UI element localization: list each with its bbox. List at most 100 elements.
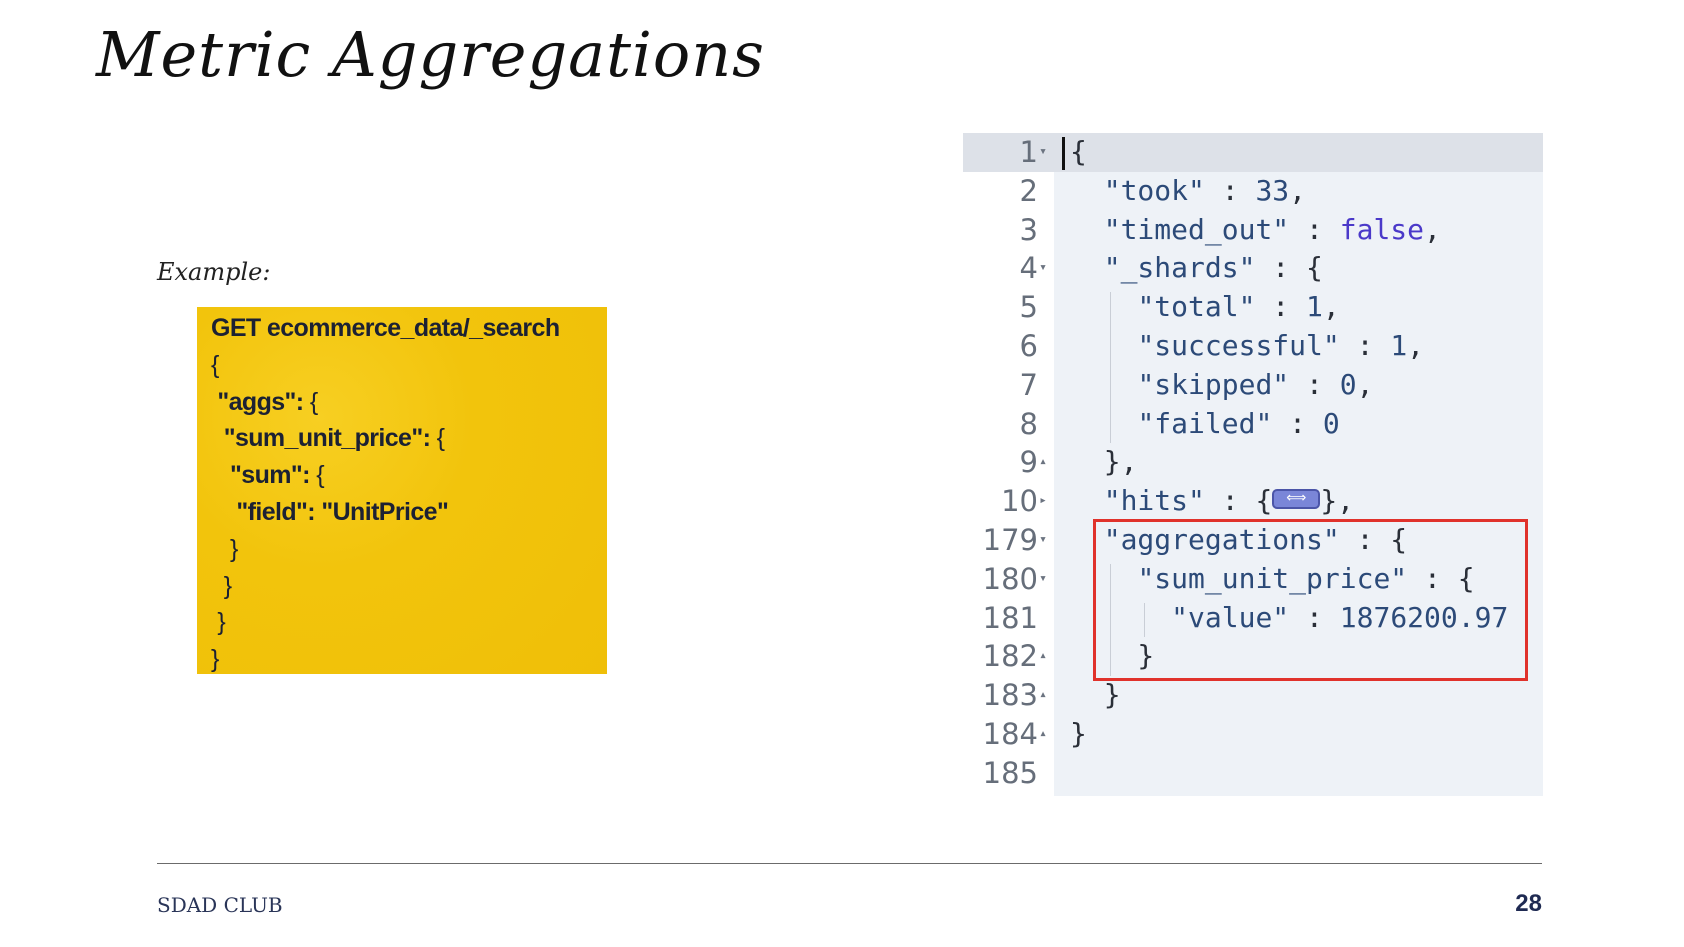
fold-end-icon[interactable]: ▴ [1036,676,1050,715]
collapsed-object-expander-icon[interactable]: ⟺ [1272,489,1321,510]
code-text: "timed_out" : false, [1070,211,1441,250]
query-code-box: GET ecommerce_data/_search { "aggs": { "s… [197,307,607,674]
code-line: 3 "timed_out" : false, [963,211,1543,250]
line-number: 183 [982,678,1038,713]
page-number: 28 [1515,890,1542,917]
line-number: 1 [1019,135,1038,169]
line-number: 5 [1019,290,1038,325]
json-number: 33 [1255,173,1290,207]
json-punctuation: : [1339,329,1391,362]
example-label: Example: [157,258,271,286]
line-number: 9 [1019,445,1038,480]
code-text: "skipped" : 0, [1070,366,1373,405]
code-text: "successful" : 1, [1070,327,1424,366]
query-line-key: "sum_unit_price": [211,424,431,453]
json-punctuation: , [1289,173,1307,207]
query-line-punct: { [430,424,445,453]
json-punctuation: , [1356,367,1374,401]
query-line: "sum_unit_price": { [211,420,607,457]
query-line: } [211,604,607,641]
fold-end-icon[interactable]: ▴ [1036,715,1050,754]
text-cursor [1062,137,1065,170]
code-line: 8 "failed" : 0 [963,405,1543,444]
query-line: } [211,531,607,568]
code-line: 2 "took" : 33, [963,172,1543,211]
json-punctuation [1070,290,1137,323]
query-line-punct: { [309,461,324,490]
line-number: 3 [1019,212,1038,247]
code-line: 183 ▴ } [963,676,1543,715]
fold-expanded-icon[interactable]: ▾ [1036,560,1050,599]
query-line: "aggs": { [211,384,607,421]
query-line-punct: } [211,571,232,600]
query-line-punct: { [303,387,318,416]
json-punctuation: } [1070,717,1087,750]
code-line: 5 "total" : 1, [963,288,1543,327]
json-key: "_shards" [1103,251,1256,285]
code-line: 185 [963,754,1543,793]
fold-end-icon[interactable]: ▴ [1036,637,1050,676]
query-line: "sum": { [211,457,607,494]
json-punctuation: : [1204,173,1256,207]
query-line-key: "field": "UnitPrice" [211,497,449,526]
json-key: "total" [1137,290,1256,324]
code-text: "_shards" : { [1070,249,1323,288]
line-number: 179 [982,523,1038,557]
query-line: } [211,641,607,678]
json-key: "failed" [1137,406,1273,440]
json-key: "took" [1103,173,1205,207]
code-text: { [1070,133,1087,172]
json-punctuation: : [1255,290,1307,324]
code-text: "hits" : {⟺}, [1070,482,1354,521]
json-punctuation [1070,174,1104,207]
json-punctuation [1070,407,1137,440]
json-punctuation: : { [1204,484,1273,518]
json-key: "hits" [1103,484,1205,518]
json-punctuation: : [1289,367,1340,401]
code-line: 10 ▸ "hits" : {⟺}, [963,482,1543,521]
query-line: GET ecommerce_data/_search [211,310,607,347]
json-punctuation: , [1322,290,1340,324]
line-number: 6 [1019,329,1038,363]
json-punctuation [1070,251,1104,284]
fold-expanded-icon[interactable]: ▾ [1036,249,1050,288]
query-line-key: "sum": [211,461,310,490]
json-punctuation [1070,368,1137,401]
query-line-punct: } [211,645,219,674]
fold-expanded-icon[interactable]: ▾ [1036,133,1050,172]
json-punctuation [1070,484,1104,517]
fold-expanded-icon[interactable]: ▾ [1036,521,1050,560]
aggregations-highlight-box [1093,519,1528,681]
footer-org-name: SDAD CLUB [157,893,283,917]
json-response-editor[interactable]: 1 ▾{2 "took" : 33, 3 "timed_out" : false, 4… [963,133,1543,796]
code-text: } [1070,676,1121,715]
query-line: "field": "UnitPrice" [211,494,607,531]
json-boolean: false [1339,212,1425,246]
code-line: 7 "skipped" : 0, [963,366,1543,405]
json-number: 1 [1390,329,1408,362]
json-number: 1 [1306,290,1323,324]
query-line-punct: } [211,534,238,563]
query-line: } [211,568,607,605]
query-line: { [211,347,607,384]
json-punctuation: }, [1070,445,1138,479]
json-key: "timed_out" [1103,212,1290,246]
query-line-punct: { [211,350,219,379]
json-key: "successful" [1137,329,1340,362]
code-text: }, [1070,443,1138,482]
fold-end-icon[interactable]: ▴ [1036,443,1050,482]
json-punctuation: { [1070,135,1087,168]
json-punctuation: : { [1255,251,1323,285]
json-number: 0 [1322,406,1340,440]
fold-collapsed-icon[interactable]: ▸ [1036,482,1050,521]
code-text: "took" : 33, [1070,172,1306,211]
code-text: } [1070,715,1087,754]
line-number: 184 [982,717,1038,751]
json-punctuation: }, [1320,484,1355,518]
line-number: 180 [982,561,1038,596]
line-number: 8 [1019,406,1038,441]
footer-divider [157,863,1542,864]
json-number: 0 [1339,367,1357,401]
line-number: 182 [982,639,1038,674]
query-line-key: GET ecommerce_data/_search [211,314,560,342]
